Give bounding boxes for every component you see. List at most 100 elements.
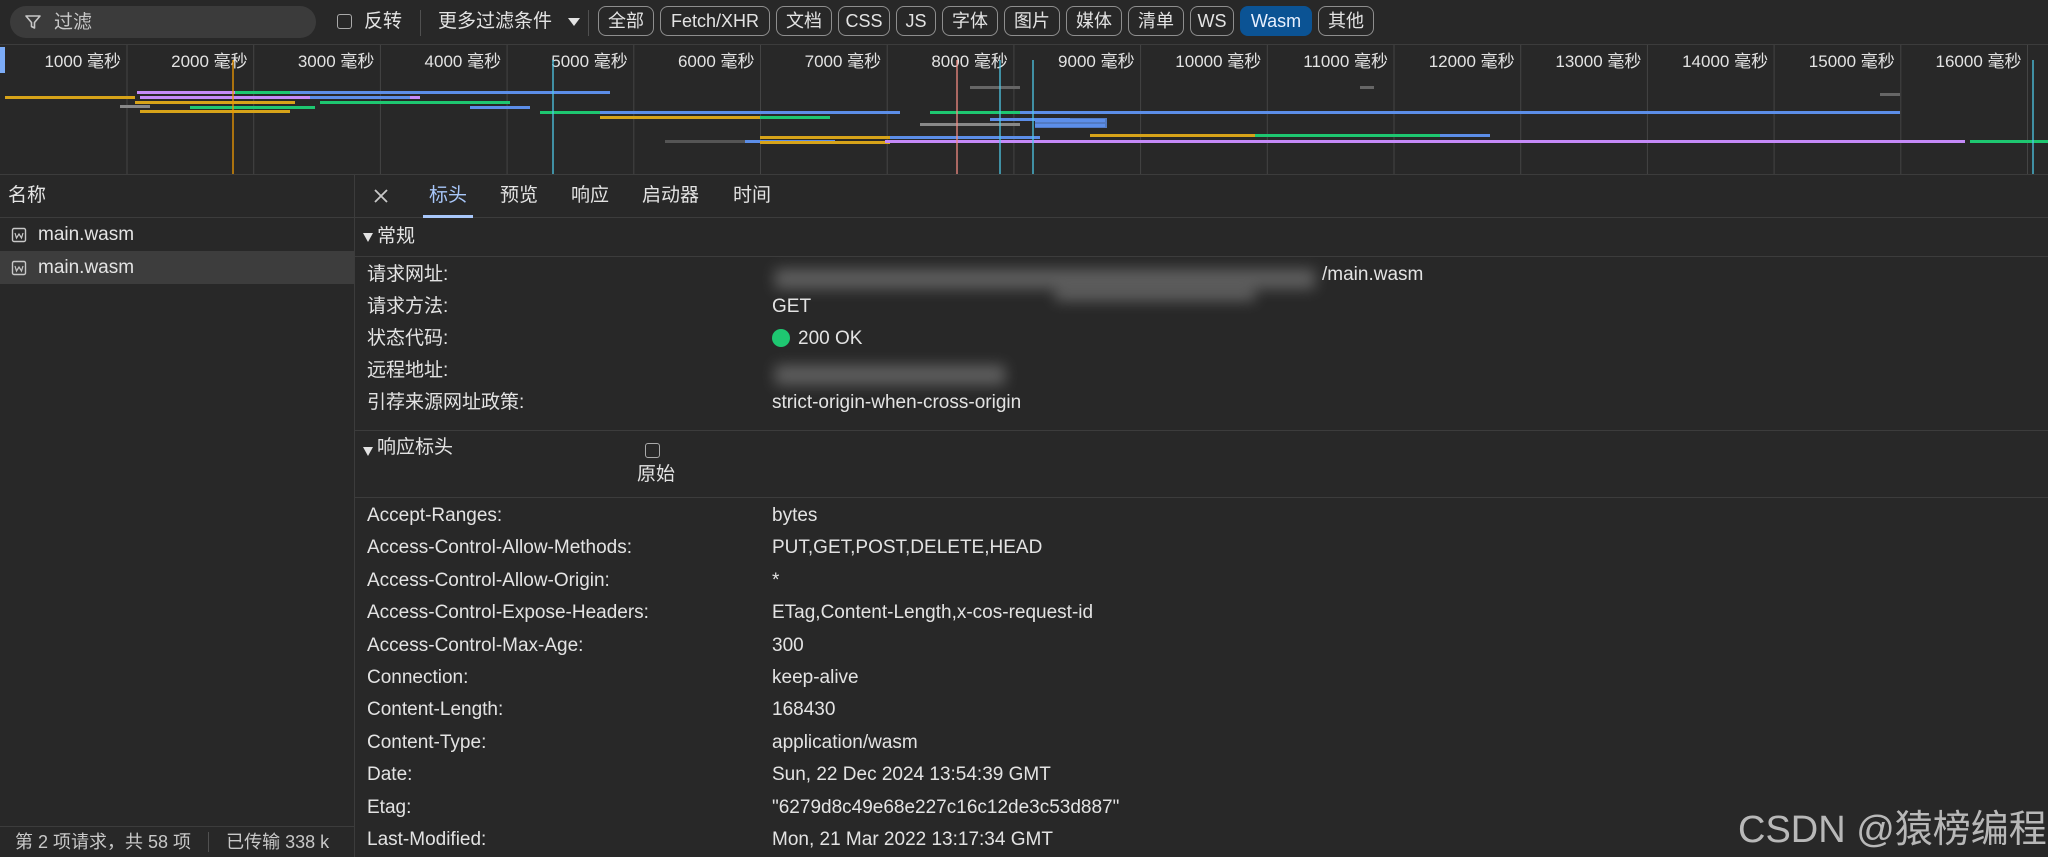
waterfall-bar xyxy=(920,123,1020,126)
waterfall-bar xyxy=(190,106,315,109)
general-section-header[interactable]: 常规 xyxy=(355,218,2048,257)
waterfall-bar xyxy=(135,101,295,104)
timeline-tick-label: 10000 毫秒 xyxy=(1175,52,1261,71)
header-key: Date: xyxy=(367,764,413,786)
type-filter-chip[interactable]: JS xyxy=(896,6,936,36)
waterfall-bar xyxy=(1880,93,1900,96)
header-key: 远程地址: xyxy=(367,360,449,381)
timeline-tick-label: 16000 毫秒 xyxy=(1936,52,2022,71)
request-row[interactable]: main.wasm xyxy=(0,218,354,251)
waterfall-bar xyxy=(970,86,1020,89)
waterfall-bar xyxy=(1520,111,1900,114)
header-key: 请求方法: xyxy=(367,296,449,317)
detail-tabs: 标头 预览 响应 启动器 时间 xyxy=(355,175,2048,218)
close-icon[interactable] xyxy=(371,186,391,206)
header-key: Access-Control-Expose-Headers: xyxy=(367,602,649,624)
type-filter-chip[interactable]: 清单 xyxy=(1128,6,1184,36)
header-value: 300 xyxy=(772,634,804,656)
type-filter-chip[interactable]: Fetch/XHR xyxy=(660,6,770,36)
redacted-blur xyxy=(1055,287,1255,301)
waterfall-bar xyxy=(890,136,1040,139)
status-bar: 第 2 项请求，共 58 项 已传输 338 k xyxy=(0,826,354,857)
header-value: GET xyxy=(772,296,812,317)
network-overview[interactable]: 1000 毫秒 2000 毫秒 3000 毫秒 4000 毫秒 5000 毫秒 6000 … xyxy=(0,45,2048,175)
redacted-blur xyxy=(775,365,1005,385)
header-value: "6279d8c49e68e227c16c12de3c53d887" xyxy=(772,796,1120,818)
waterfall-bar xyxy=(1380,134,1440,137)
timeline-tick-label: 12000 毫秒 xyxy=(1429,52,1515,71)
header-key: 请求网址: xyxy=(367,264,449,285)
tab-response[interactable]: 响应 xyxy=(571,175,609,217)
toolbar-divider xyxy=(588,10,589,36)
waterfall-bar xyxy=(600,116,760,119)
waterfall-bar xyxy=(310,96,410,99)
response-headers-section-header[interactable]: 响应标头 原始 xyxy=(355,431,2048,498)
tab-timing[interactable]: 时间 xyxy=(733,175,771,217)
type-filter-chip[interactable]: WS xyxy=(1190,6,1234,36)
waterfall-bar xyxy=(600,111,900,114)
header-value: strict-origin-when-cross-origin xyxy=(772,392,1022,413)
waterfall-bar xyxy=(1440,134,1490,137)
filter-input[interactable] xyxy=(52,10,306,36)
header-key: 状态代码: xyxy=(367,328,449,349)
waterfall-bar xyxy=(120,105,150,108)
invert-label: 反转 xyxy=(364,11,403,32)
type-filter-chip[interactable]: 字体 xyxy=(942,6,998,36)
waterfall-bar xyxy=(760,141,890,144)
request-list-panel: 名称 main.wasm main.wasm 第 2 项请求，共 58 项 已传… xyxy=(0,175,355,857)
invert-checkbox[interactable] xyxy=(337,14,352,29)
header-value: Mon, 21 Mar 2022 13:17:34 GMT xyxy=(772,829,1053,850)
waterfall-bar xyxy=(760,116,830,119)
timeline-tick-label: 15000 毫秒 xyxy=(1809,52,1895,71)
request-name: main.wasm xyxy=(38,224,135,245)
type-filter-chip[interactable]: 其他 xyxy=(1318,6,1374,36)
section-title: 常规 xyxy=(377,226,416,247)
status-divider xyxy=(208,832,210,852)
overview-timeline[interactable]: 1000 毫秒 2000 毫秒 3000 毫秒 4000 毫秒 5000 毫秒 6000 … xyxy=(0,45,2048,174)
waterfall-bar xyxy=(1035,118,1107,128)
type-filter-chip[interactable]: CSS xyxy=(838,6,890,36)
timeline-tick-label: 5000 毫秒 xyxy=(551,52,628,71)
header-key: Access-Control-Max-Age: xyxy=(367,634,584,656)
timeline-tick-label: 14000 毫秒 xyxy=(1682,52,1768,71)
range-handle xyxy=(0,47,5,73)
chevron-down-icon xyxy=(568,18,580,26)
redacted-blur xyxy=(775,269,1315,289)
waterfall-bar xyxy=(760,136,890,139)
type-filter-chip[interactable]: 文档 xyxy=(776,6,832,36)
request-row-selected[interactable]: main.wasm xyxy=(0,251,354,284)
tab-initiator[interactable]: 启动器 xyxy=(642,175,699,217)
timeline-tick-label: 7000 毫秒 xyxy=(805,52,882,71)
header-value: * xyxy=(772,569,780,591)
request-count: 第 2 项请求，共 58 项 xyxy=(15,832,192,852)
header-key: Last-Modified: xyxy=(367,829,487,850)
waterfall-bar xyxy=(320,101,510,104)
header-key: Etag: xyxy=(367,796,412,818)
status-ok-icon xyxy=(772,329,790,347)
waterfall-bar xyxy=(665,140,755,143)
timeline-tick-label: 6000 毫秒 xyxy=(678,52,755,71)
section-title: 响应标头 xyxy=(377,437,454,458)
header-value: keep-alive xyxy=(772,667,859,688)
type-filter-chip[interactable]: 图片 xyxy=(1004,6,1060,36)
header-key: 引荐来源网址政策: xyxy=(367,392,525,413)
waterfall-bar xyxy=(140,110,290,113)
waterfall-bar xyxy=(1970,140,2048,143)
timeline-tick-label: 13000 毫秒 xyxy=(1555,52,1641,71)
tab-headers[interactable]: 标头 xyxy=(422,175,474,218)
header-value: application/wasm xyxy=(772,731,918,753)
more-filters-dropdown[interactable]: 更多过滤条件 xyxy=(438,10,552,34)
filter-box[interactable] xyxy=(10,6,316,38)
name-column-header[interactable]: 名称 xyxy=(0,175,354,218)
type-filter-chip[interactable]: Wasm xyxy=(1240,6,1312,36)
timeline-tick-label: 1000 毫秒 xyxy=(44,52,121,71)
type-filter-chip[interactable]: 全部 xyxy=(598,6,654,36)
status-text: 200 OK xyxy=(798,328,863,349)
tab-preview[interactable]: 预览 xyxy=(500,175,538,217)
waterfall-bar xyxy=(930,111,1020,114)
waterfall-bar xyxy=(470,106,530,109)
type-filter-chip[interactable]: 媒体 xyxy=(1066,6,1122,36)
header-key: Content-Length: xyxy=(367,699,504,721)
triangle-down-icon xyxy=(363,233,373,242)
header-key: Access-Control-Allow-Methods: xyxy=(367,537,633,559)
